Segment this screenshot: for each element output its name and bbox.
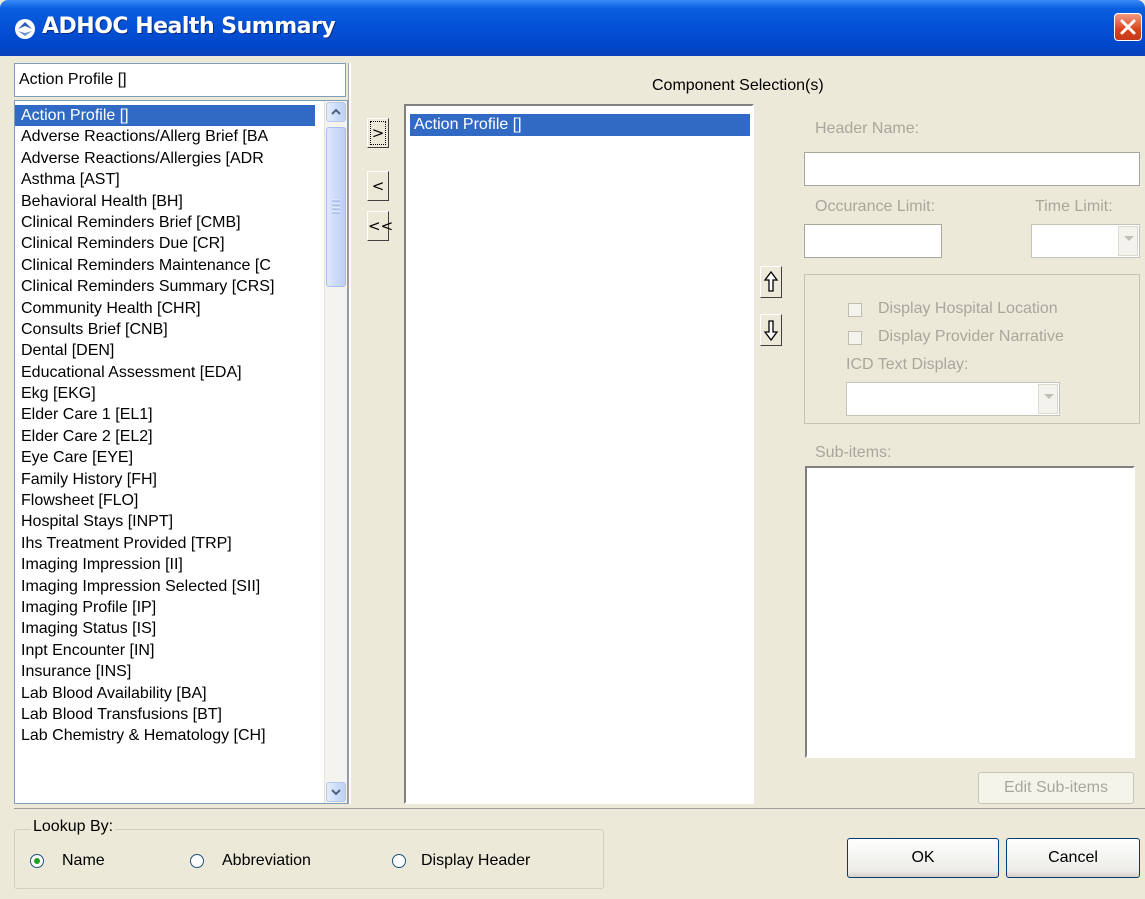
component-list-item[interactable]: Clinical Reminders Due [CR] [15, 233, 315, 254]
component-list-item[interactable]: Clinical Reminders Maintenance [C [15, 255, 315, 276]
selection-title: Component Selection(s) [652, 77, 824, 94]
lookup-input-box [14, 63, 346, 97]
icd-text-display-select[interactable] [846, 382, 1060, 416]
display-provider-narrative-checkbox[interactable] [848, 331, 862, 345]
component-list-item[interactable]: Community Health [CHR] [15, 298, 315, 319]
sub-items-label: Sub-items: [815, 444, 892, 461]
arrow-down-icon [763, 320, 779, 342]
footer-divider [14, 808, 1145, 809]
scroll-down-button[interactable] [326, 782, 346, 802]
component-list-item[interactable]: Inpt Encounter [IN] [15, 640, 315, 661]
component-list-item[interactable]: Lab Chemistry & Hematology [CH] [15, 725, 315, 746]
component-list-item[interactable]: Clinical Reminders Summary [CRS] [15, 276, 315, 297]
dropdown-arrow-icon [1038, 384, 1058, 414]
lookup-by-legend: Lookup By: [31, 818, 116, 836]
time-limit-select[interactable] [1031, 224, 1140, 258]
component-list-item[interactable]: Imaging Profile [IP] [15, 597, 315, 618]
component-list-item[interactable]: Hospital Stays [INPT] [15, 511, 315, 532]
window-title: ADHOC Health Summary [42, 14, 336, 39]
component-list-item[interactable]: Asthma [AST] [15, 169, 315, 190]
cancel-button[interactable]: Cancel [1006, 838, 1140, 878]
lookup-by-display-header-label[interactable]: Display Header [421, 850, 530, 871]
display-hospital-location-checkbox[interactable] [848, 303, 862, 317]
remove-all-button[interactable]: << [367, 211, 393, 241]
component-list-item[interactable]: Insurance [INS] [15, 661, 315, 682]
chevron-up-icon [331, 108, 341, 115]
close-button[interactable] [1114, 13, 1142, 41]
panel-divider[interactable] [348, 63, 351, 804]
arrow-up-icon [763, 270, 779, 292]
display-hospital-location-label: Display Hospital Location [878, 300, 1058, 317]
remove-component-button[interactable]: < [367, 171, 389, 201]
header-name-label: Header Name: [815, 120, 920, 137]
component-list[interactable]: Action Profile [] Adverse Reactions/Aller… [14, 100, 348, 804]
component-list-item[interactable]: Lab Blood Transfusions [BT] [15, 704, 315, 725]
component-list-item[interactable]: Consults Brief [CNB] [15, 319, 315, 340]
scroll-up-button[interactable] [326, 102, 346, 122]
sub-items-list[interactable] [805, 466, 1135, 758]
move-up-button[interactable] [760, 266, 782, 298]
header-name-input[interactable] [804, 152, 1140, 186]
move-down-button[interactable] [760, 314, 782, 346]
lookup-by-name-label[interactable]: Name [62, 850, 105, 871]
component-list-item[interactable]: Elder Care 2 [EL2] [15, 426, 315, 447]
title-bar[interactable]: ADHOC Health Summary [0, 0, 1145, 56]
lookup-by-display-header-radio[interactable] [392, 854, 406, 868]
display-provider-narrative-label: Display Provider Narrative [878, 328, 1064, 345]
icd-text-display-label: ICD Text Display: [846, 356, 969, 373]
adhoc-dialog: ADHOC Health Summary Action Profile []Ad… [0, 0, 1145, 899]
occurance-limit-label: Occurance Limit: [815, 198, 936, 215]
component-list-item[interactable]: Adverse Reactions/Allerg Brief [BA [15, 126, 315, 147]
component-list-item[interactable]: Lab Blood Availability [BA] [15, 683, 315, 704]
component-list-item[interactable]: Dental [DEN] [15, 340, 315, 361]
selected-components-list[interactable]: Action Profile [] [404, 104, 754, 804]
selected-item[interactable]: Action Profile [] [410, 114, 750, 136]
component-list-item[interactable]: Behavioral Health [BH] [15, 191, 315, 212]
time-limit-label: Time Limit: [1035, 198, 1113, 215]
add-component-button[interactable]: > [367, 118, 389, 148]
occurance-limit-input[interactable] [804, 224, 942, 258]
component-list-item[interactable]: Educational Assessment [EDA] [15, 362, 315, 383]
component-list-scrollbar[interactable] [324, 101, 347, 803]
app-icon [15, 19, 35, 39]
component-list-item[interactable]: Family History [FH] [15, 469, 315, 490]
component-list-item[interactable]: Eye Care [EYE] [15, 447, 315, 468]
component-list-item[interactable]: Elder Care 1 [EL1] [15, 404, 315, 425]
component-list-items: Action Profile [] Adverse Reactions/Aller… [15, 105, 315, 747]
component-list-item[interactable]: Imaging Impression Selected [SII] [15, 576, 315, 597]
grip-icon [332, 199, 340, 214]
component-list-item[interactable]: Action Profile [] [15, 105, 315, 127]
dropdown-arrow-icon [1118, 226, 1138, 256]
chevron-down-icon [331, 789, 341, 796]
component-list-item[interactable]: Imaging Status [IS] [15, 618, 315, 639]
component-list-item[interactable]: Imaging Impression [II] [15, 554, 315, 575]
lookup-by-abbreviation-label[interactable]: Abbreviation [222, 850, 311, 871]
component-list-item[interactable]: Ekg [EKG] [15, 383, 315, 404]
component-list-item[interactable]: Adverse Reactions/Allergies [ADR [15, 148, 315, 169]
lookup-by-name-radio[interactable] [30, 854, 44, 868]
component-search-input[interactable] [15, 64, 345, 96]
component-list-item[interactable]: Flowsheet [FLO] [15, 490, 315, 511]
component-list-item[interactable]: Clinical Reminders Brief [CMB] [15, 212, 315, 233]
lookup-by-abbreviation-radio[interactable] [190, 854, 204, 868]
ok-button[interactable]: OK [847, 838, 999, 878]
close-icon [1120, 19, 1136, 35]
component-list-item[interactable]: Ihs Treatment Provided [TRP] [15, 533, 315, 554]
edit-sub-items-button[interactable]: Edit Sub-items [978, 772, 1134, 804]
scroll-thumb[interactable] [326, 127, 346, 287]
